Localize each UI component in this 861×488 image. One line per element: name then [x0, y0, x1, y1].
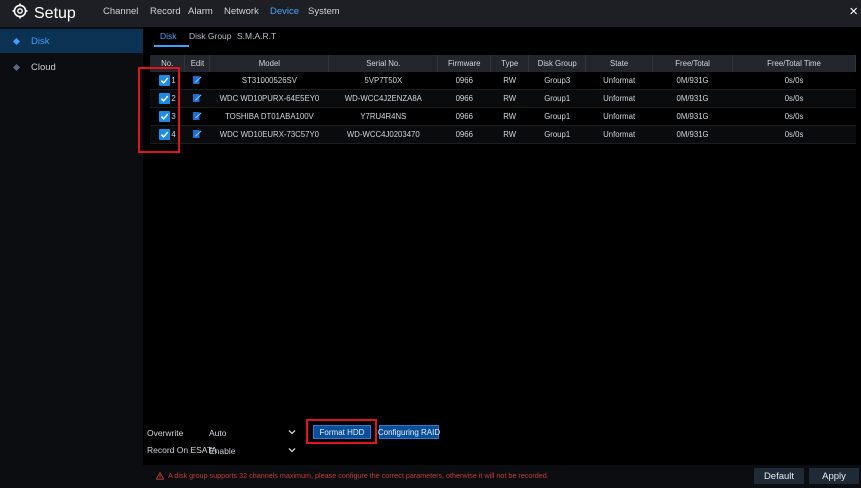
nav-network[interactable]: Network: [224, 6, 259, 17]
cell-state: Unformat: [585, 89, 653, 108]
cell-serial: Y7RU4R4NS: [328, 107, 438, 126]
cell-model: ST31000526SV: [209, 72, 329, 90]
cell-type: RW: [490, 72, 529, 90]
tab-disk[interactable]: Disk: [160, 31, 177, 41]
cell-type: RW: [490, 107, 529, 126]
edit-icon[interactable]: [192, 93, 202, 105]
col-header-state: State: [585, 55, 654, 72]
nav-record[interactable]: Record: [150, 6, 181, 17]
main-panel: Disk Disk Group S.M.A.R.T No. Edit Model…: [138, 27, 861, 488]
chevron-down-icon: [288, 448, 296, 453]
col-header-type: Type: [490, 55, 530, 72]
cell-free-total: 0M/931G: [652, 125, 733, 144]
chevron-down-icon: [288, 430, 296, 435]
highlight-box-checkboxes: [138, 67, 180, 153]
edit-icon[interactable]: [192, 129, 202, 141]
cell-type: RW: [490, 125, 529, 144]
esata-label: Record On ESATA: [147, 445, 218, 455]
top-bar: Setup Channel Record Alarm Network Devic…: [0, 0, 861, 27]
cell-free-total-time: 0s/0s: [732, 89, 856, 108]
cell-serial: 5VP7T50X: [328, 72, 438, 90]
cell-disk-group: Group1: [528, 107, 586, 126]
cell-state: Unformat: [585, 125, 653, 144]
col-header-firmware: Firmware: [437, 55, 492, 72]
edit-icon[interactable]: [192, 75, 202, 87]
col-header-disk-group: Disk Group: [528, 55, 587, 72]
highlight-box-format: [306, 419, 377, 444]
overwrite-value: Auto: [209, 428, 227, 438]
cell-type: RW: [490, 89, 529, 108]
cell-model: WDC WD10EURX-73C57Y0: [209, 125, 329, 144]
table-row: 4 WDC WD10EURX-73C57Y0 WD-WCC4J0203470 0…: [150, 125, 856, 144]
sidebar-item-label: Cloud: [31, 61, 56, 73]
configuring-raid-button[interactable]: Configuring RAID: [378, 425, 440, 439]
cell-firmware: 0966: [437, 125, 491, 144]
tab-disk-group[interactable]: Disk Group: [189, 31, 232, 41]
cell-free-total-time: 0s/0s: [732, 107, 856, 126]
tab-smart[interactable]: S.M.A.R.T: [237, 31, 276, 41]
col-header-free-total: Free/Total: [652, 55, 734, 72]
nav-system[interactable]: System: [308, 6, 340, 17]
cell-model: WDC WD10PURX-64E5EY0: [209, 89, 329, 108]
footer-bar: A disk group supports 32 channels maximu…: [143, 465, 861, 488]
cell-state: Unformat: [585, 107, 653, 126]
cell-firmware: 0966: [437, 89, 491, 108]
cell-free-total-time: 0s/0s: [732, 72, 856, 90]
col-header-serial: Serial No.: [328, 55, 439, 72]
diamond-icon: [12, 37, 21, 45]
cell-serial: WD-WCC4J0203470: [328, 125, 438, 144]
overwrite-select[interactable]: Auto: [209, 427, 296, 440]
warning-message: A disk group supports 32 channels maximu…: [156, 471, 549, 480]
warning-text: A disk group supports 32 channels maximu…: [168, 471, 549, 480]
table-row: 3 TOSHIBA DT01ABA100V Y7RU4R4NS 0966 RW …: [150, 107, 856, 126]
app-title: Setup: [34, 4, 76, 22]
col-header-model: Model: [209, 55, 330, 72]
nav-channel[interactable]: Channel: [103, 6, 138, 17]
esata-value: Enable: [209, 446, 236, 456]
col-header-free-total-time: Free/Total Time: [732, 55, 856, 72]
nav-alarm[interactable]: Alarm: [188, 6, 213, 17]
sidebar-item-cloud[interactable]: Cloud: [0, 55, 143, 79]
default-button[interactable]: Default: [754, 468, 804, 484]
cell-model: TOSHIBA DT01ABA100V: [209, 107, 329, 126]
cell-disk-group: Group1: [528, 125, 586, 144]
close-icon[interactable]: ×: [849, 4, 858, 19]
gear-icon: [12, 3, 28, 24]
cell-free-total: 0M/931G: [652, 89, 733, 108]
cell-state: Unformat: [585, 72, 653, 90]
esata-select[interactable]: Enable: [209, 445, 296, 458]
diamond-icon: [12, 63, 21, 71]
col-header-edit: Edit: [184, 55, 211, 72]
active-tab-underline: [154, 45, 189, 47]
overwrite-label: Overwrite: [147, 428, 184, 438]
table-row: 1 ST31000526SV 5VP7T50X 0966 RW Group3 U…: [150, 72, 856, 90]
sidebar-item-disk[interactable]: Disk: [0, 29, 143, 53]
cell-free-total: 0M/931G: [652, 72, 733, 90]
cell-serial: WD-WCC4J2ENZA8A: [328, 89, 438, 108]
warning-icon: [156, 471, 164, 480]
cell-disk-group: Group1: [528, 89, 586, 108]
apply-button[interactable]: Apply: [809, 468, 859, 484]
sidebar: Disk Cloud: [0, 27, 143, 488]
nav-device[interactable]: Device: [270, 6, 299, 17]
cell-firmware: 0966: [437, 107, 491, 126]
app-brand: Setup: [12, 3, 76, 24]
table-header-row: No. Edit Model Serial No. Firmware Type …: [150, 55, 856, 72]
sidebar-item-label: Disk: [31, 35, 50, 47]
cell-free-total-time: 0s/0s: [732, 125, 856, 144]
disk-table: No. Edit Model Serial No. Firmware Type …: [150, 55, 856, 144]
table-row: 2 WDC WD10PURX-64E5EY0 WD-WCC4J2ENZA8A 0…: [150, 89, 856, 108]
cell-free-total: 0M/931G: [652, 107, 733, 126]
cell-firmware: 0966: [437, 72, 491, 90]
cell-disk-group: Group3: [528, 72, 586, 90]
edit-icon[interactable]: [192, 111, 202, 123]
